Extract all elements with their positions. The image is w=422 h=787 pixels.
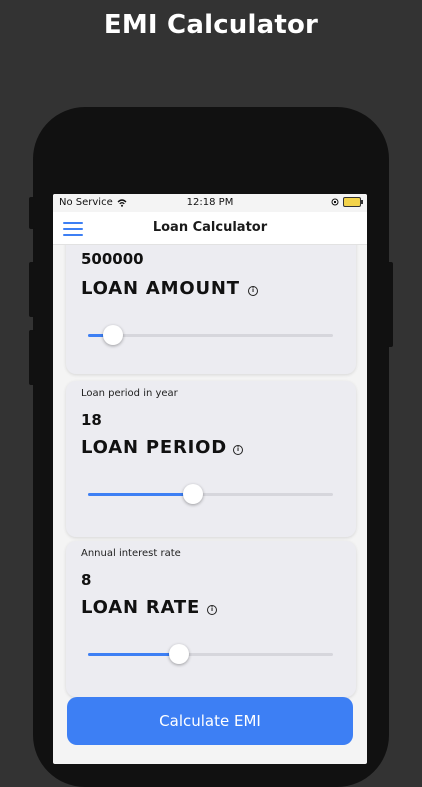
mute-switch <box>29 197 35 229</box>
slider-fill <box>88 653 179 656</box>
phone-screen: 500000 LOAN AMOUNT i Loan period in year… <box>53 194 367 764</box>
calculate-emi-button[interactable]: Calculate EMI <box>67 697 353 745</box>
promo-title: EMI Calculator <box>103 10 319 40</box>
loan-amount-slider[interactable] <box>88 325 333 345</box>
loan-rate-slider[interactable] <box>88 644 333 664</box>
volume-down-button <box>29 330 35 385</box>
volume-up-button <box>29 262 35 317</box>
loan-period-slider[interactable] <box>88 484 333 504</box>
loan-rate-card: Annual interest rate 8 LOAN RATE i <box>66 541 356 697</box>
slider-fill <box>88 493 194 496</box>
info-icon[interactable]: i <box>233 445 243 455</box>
loan-rate-value: 8 <box>81 571 92 589</box>
status-time: 12:18 PM <box>186 197 234 208</box>
loan-period-caption: Loan period in year <box>81 388 178 399</box>
loan-period-value: 18 <box>81 411 102 429</box>
slider-thumb[interactable] <box>168 644 189 664</box>
nav-bar: Loan Calculator <box>53 212 367 245</box>
page-title: Loan Calculator <box>152 220 268 235</box>
slider-thumb[interactable] <box>102 325 123 345</box>
loan-period-card: Loan period in year 18 LOAN PERIOD i <box>66 381 356 537</box>
info-icon[interactable]: i <box>207 605 217 615</box>
slider-thumb[interactable] <box>183 484 204 504</box>
power-button <box>387 262 393 347</box>
battery-icon <box>343 197 363 207</box>
loan-amount-card: 500000 LOAN AMOUNT i <box>66 226 356 374</box>
loan-rate-caption: Annual interest rate <box>81 548 181 559</box>
loan-amount-value: 500000 <box>81 250 144 268</box>
loan-period-label: LOAN PERIOD <box>81 437 227 458</box>
loan-rate-label: LOAN RATE <box>81 597 201 618</box>
info-icon[interactable]: i <box>248 286 258 296</box>
loan-amount-label: LOAN AMOUNT <box>81 278 240 299</box>
orientation-lock-icon <box>331 198 339 206</box>
status-bar: No Service 12:18 PM <box>53 194 367 212</box>
